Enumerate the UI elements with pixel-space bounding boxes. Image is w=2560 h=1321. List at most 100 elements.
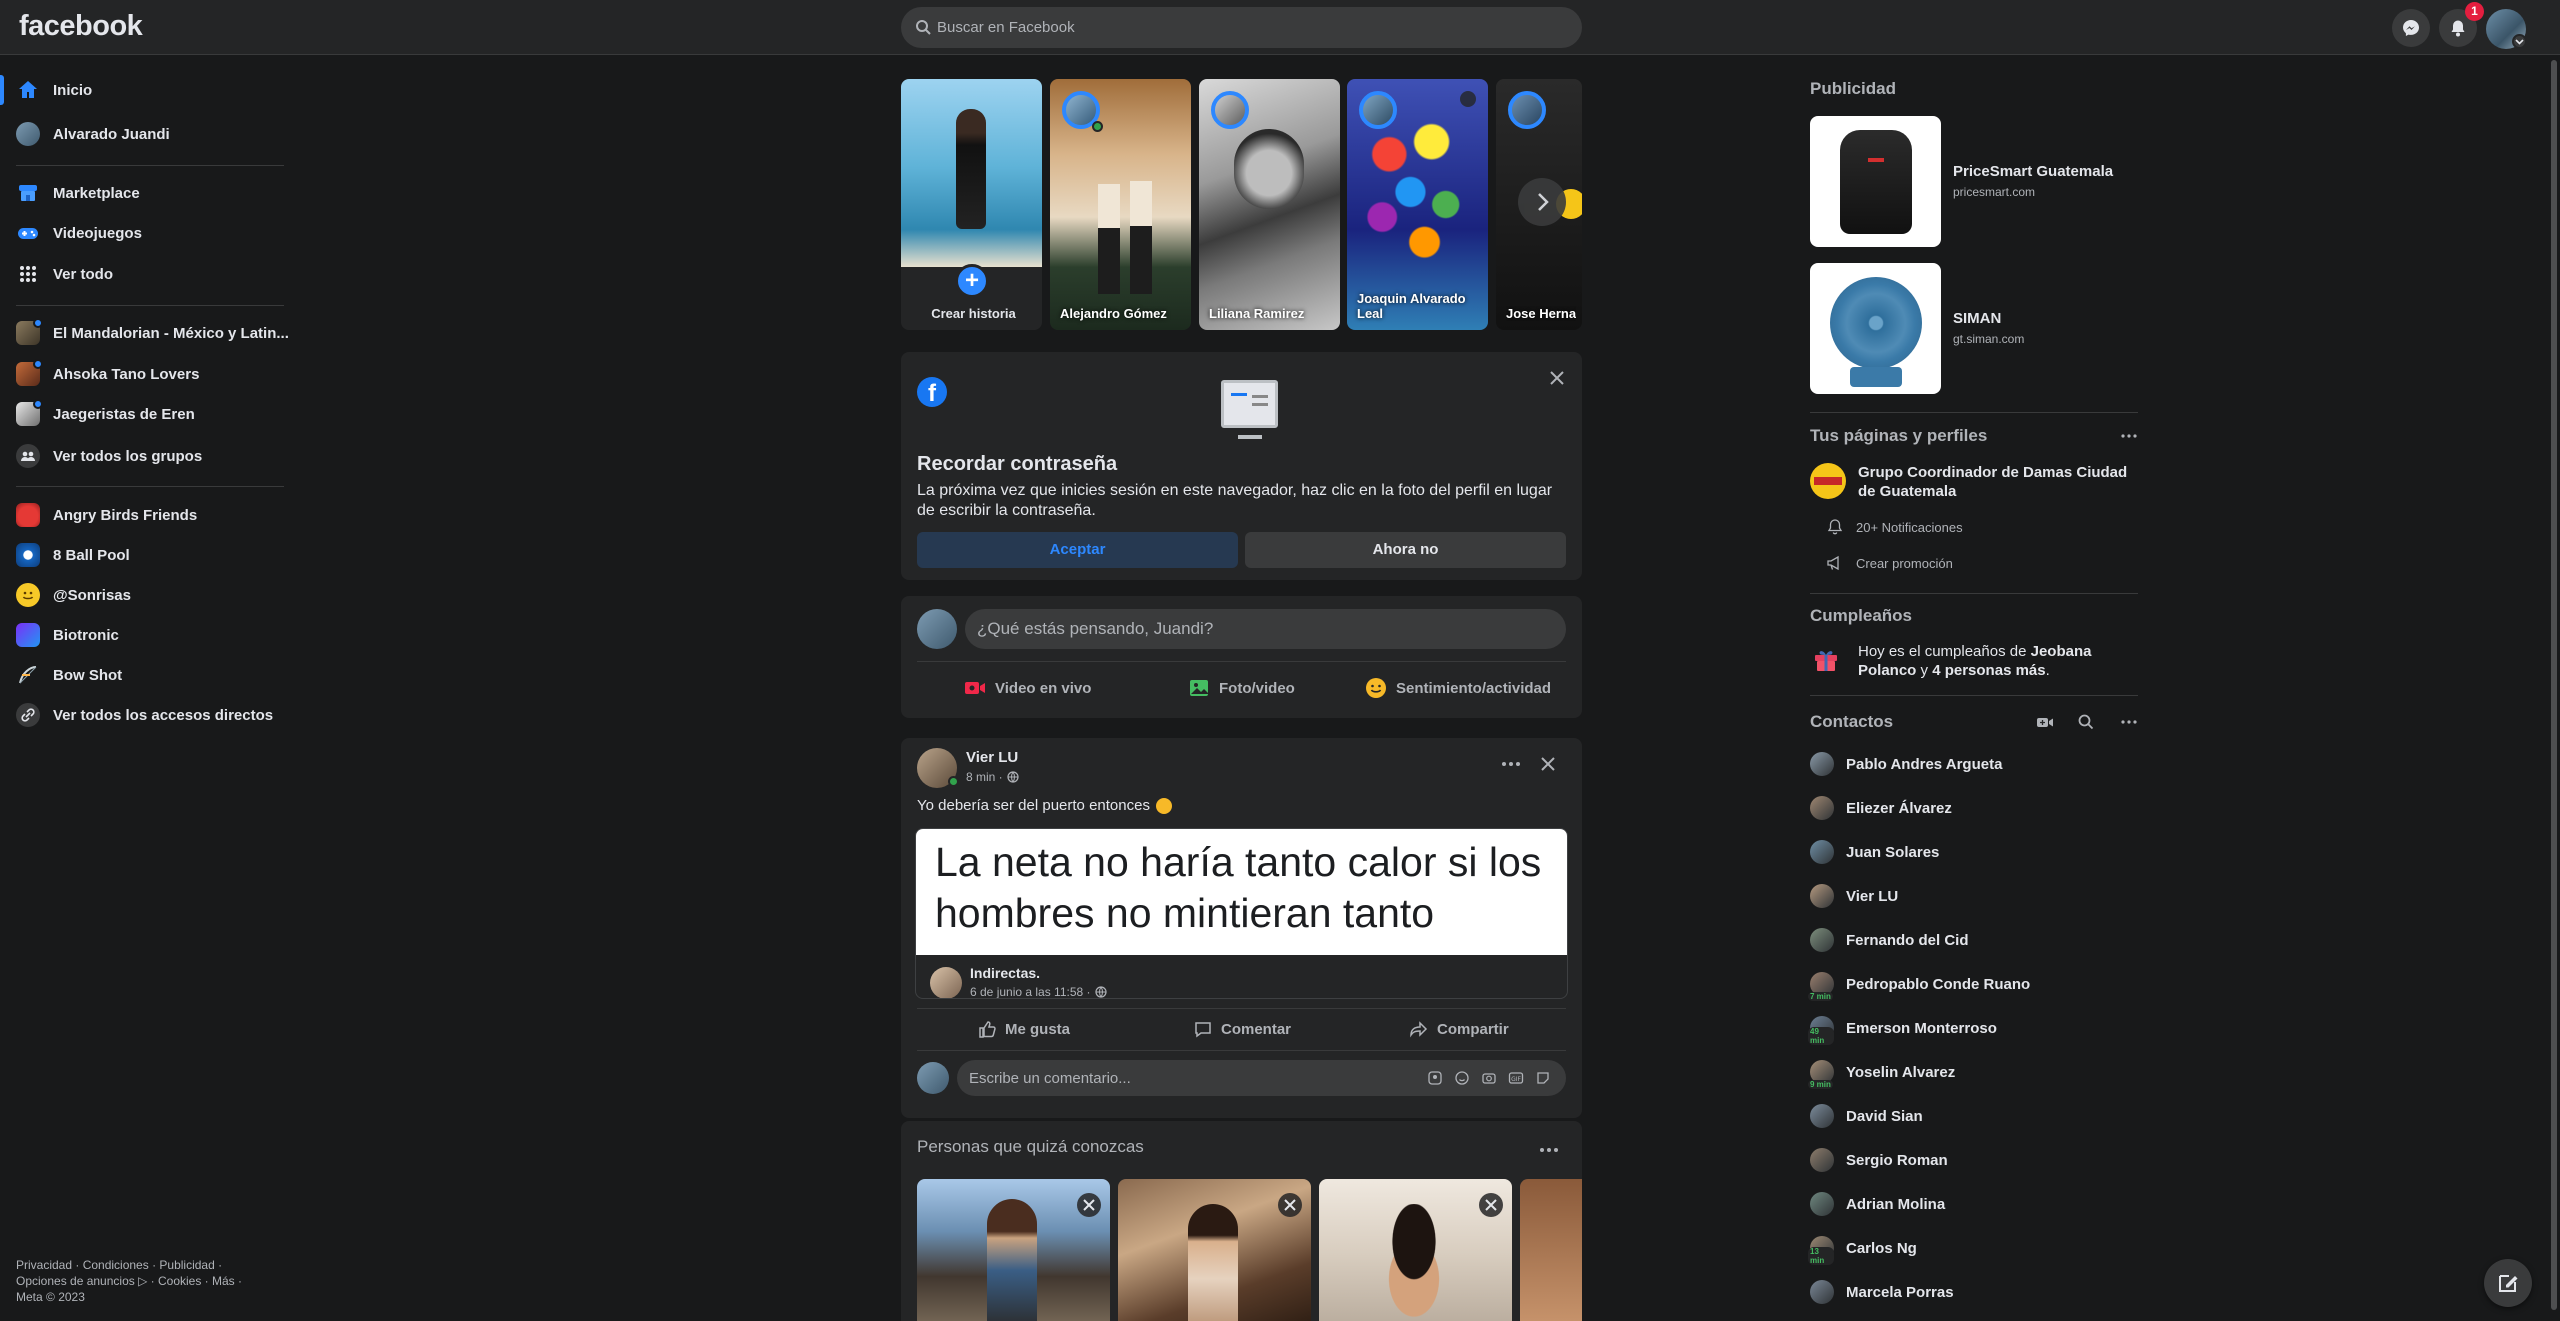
footer-line[interactable]: Privacidad · Condiciones · Publicidad · bbox=[16, 1257, 276, 1273]
contact-item[interactable]: 9 min Yoselin Alvarez bbox=[1808, 1054, 1955, 1090]
ad-title[interactable]: SIMAN bbox=[1953, 310, 2001, 327]
story-card[interactable]: Joaquin Alvarado Leal bbox=[1347, 79, 1488, 330]
scrollbar-thumb[interactable] bbox=[2551, 60, 2557, 1310]
comment-button[interactable]: Comentar bbox=[1193, 1019, 1291, 1039]
sidebar-shortcut-8-ball-pool[interactable]: 8 Ball Pool bbox=[16, 537, 130, 573]
ad-image-pricesmart[interactable] bbox=[1810, 116, 1941, 247]
footer-links[interactable]: Privacidad · Condiciones · Publicidad · … bbox=[16, 1257, 276, 1305]
more-options-icon[interactable] bbox=[2117, 710, 2141, 734]
suggestion-card[interactable] bbox=[1520, 1179, 1582, 1321]
close-icon[interactable] bbox=[1278, 1193, 1302, 1217]
suggestion-card[interactable] bbox=[1319, 1179, 1512, 1321]
chevron-down-icon[interactable] bbox=[2512, 34, 2527, 49]
stories-next-button[interactable] bbox=[1518, 178, 1566, 226]
comment-input[interactable]: Escribe un comentario... GIF bbox=[957, 1060, 1566, 1096]
ad-url[interactable]: pricesmart.com bbox=[1953, 185, 2035, 199]
page-notifications-label: 20+ Notificaciones bbox=[1856, 519, 1963, 535]
plus-icon[interactable]: + bbox=[955, 264, 989, 298]
sidebar-group-jaegeristas[interactable]: Jaegeristas de Eren bbox=[16, 396, 195, 432]
sidebar-shortcut-biotronic[interactable]: Biotronic bbox=[16, 617, 119, 653]
search-input[interactable]: Buscar en Facebook bbox=[901, 7, 1582, 48]
close-icon[interactable] bbox=[1547, 368, 1567, 388]
accept-button[interactable]: Aceptar bbox=[917, 532, 1238, 568]
shared-author[interactable]: Indirectas. bbox=[970, 965, 1040, 981]
biotronic-icon bbox=[16, 623, 40, 647]
sidebar-item-profile[interactable]: Alvarado Juandi bbox=[16, 116, 170, 152]
contact-item[interactable]: David Sian bbox=[1810, 1098, 1923, 1134]
new-room-icon[interactable] bbox=[2035, 712, 2055, 732]
ad-url[interactable]: gt.siman.com bbox=[1953, 332, 2024, 346]
ad-title[interactable]: PriceSmart Guatemala bbox=[1953, 163, 2113, 180]
avatar[interactable] bbox=[917, 609, 957, 649]
sidebar-item-ver-todo[interactable]: Ver todo bbox=[16, 256, 113, 292]
contact-item[interactable]: Marcela Porras bbox=[1810, 1274, 1954, 1310]
share-button[interactable]: Compartir bbox=[1409, 1019, 1509, 1039]
photo-video-label: Foto/video bbox=[1219, 679, 1295, 697]
shared-time[interactable]: 6 de junio a las 11:58 · bbox=[970, 985, 1091, 998]
suggestion-card[interactable] bbox=[917, 1179, 1110, 1321]
footer-line: Meta © 2023 bbox=[16, 1290, 85, 1304]
close-icon[interactable] bbox=[1536, 752, 1560, 776]
like-button[interactable]: Me gusta bbox=[977, 1019, 1070, 1039]
sidebar-shortcut-angry-birds[interactable]: Angry Birds Friends bbox=[16, 497, 197, 533]
prompt-body: La próxima vez que inicies sesión en est… bbox=[917, 482, 1553, 519]
close-icon[interactable] bbox=[1077, 1193, 1101, 1217]
story-card[interactable]: Liliana Ramirez bbox=[1199, 79, 1340, 330]
divider bbox=[917, 1050, 1566, 1051]
story-create[interactable]: + Crear historia bbox=[901, 79, 1042, 330]
search-icon bbox=[915, 19, 931, 35]
decline-button[interactable]: Ahora no bbox=[1245, 532, 1566, 568]
ad-image-siman[interactable] bbox=[1810, 263, 1941, 394]
sidebar-item-videojuegos[interactable]: Videojuegos bbox=[16, 215, 142, 251]
sidebar-shortcut-sonrisas[interactable]: @Sonrisas bbox=[16, 577, 131, 613]
contact-item[interactable]: Vier LU bbox=[1810, 878, 1898, 914]
page-notifications-link[interactable]: 20+ Notificaciones bbox=[1826, 518, 1963, 536]
contact-item[interactable]: Fernando del Cid bbox=[1810, 922, 1969, 958]
sidebar-item-inicio[interactable]: Inicio bbox=[16, 72, 92, 108]
avatar bbox=[1810, 752, 1834, 776]
contact-item[interactable]: 49 min Emerson Monterroso bbox=[1808, 1010, 1997, 1046]
sidebar-group-ahsoka[interactable]: Ahsoka Tano Lovers bbox=[16, 356, 199, 392]
composer-input[interactable]: ¿Qué estás pensando, Juandi? bbox=[965, 609, 1566, 649]
close-icon[interactable] bbox=[1479, 1193, 1503, 1217]
suggestion-card[interactable] bbox=[1118, 1179, 1311, 1321]
contact-item[interactable]: Pablo Andres Argueta bbox=[1810, 746, 2002, 782]
page-name[interactable]: Grupo Coordinador de Damas Ciudad de Gua… bbox=[1858, 463, 2148, 501]
story-name: Crear historia bbox=[931, 306, 1016, 321]
sidebar-group-mandalorian[interactable]: El Mandalorian - México y Latin... bbox=[16, 315, 289, 351]
facebook-logo[interactable]: facebook bbox=[19, 10, 143, 43]
birthday-text: Hoy es el cumpleaños de Jeobana Polanco … bbox=[1858, 642, 2138, 680]
post-author[interactable]: Vier LU bbox=[966, 749, 1018, 766]
birthday-others[interactable]: 4 personas más bbox=[1932, 662, 2045, 679]
contact-item[interactable]: Sergio Roman bbox=[1810, 1142, 1948, 1178]
more-options-icon[interactable] bbox=[1537, 1138, 1561, 1162]
shared-post[interactable]: La neta no haría tanto calor si los homb… bbox=[915, 828, 1568, 999]
contact-item[interactable]: 7 min Pedropablo Conde Ruano bbox=[1808, 966, 2030, 1002]
messenger-button[interactable] bbox=[2392, 9, 2430, 47]
sidebar-shortcut-bow-shot[interactable]: Bow Shot bbox=[16, 657, 122, 693]
feeling-activity-button[interactable]: Sentimiento/actividad bbox=[1364, 676, 1551, 700]
thumbs-up-icon bbox=[979, 1021, 996, 1038]
live-video-button[interactable]: Video en vivo bbox=[963, 676, 1091, 700]
more-options-icon[interactable] bbox=[2117, 424, 2141, 448]
sidebar-see-all-groups[interactable]: Ver todos los grupos bbox=[16, 438, 202, 474]
suggestion-photo bbox=[987, 1199, 1037, 1321]
birthdays-heading: Cumpleaños bbox=[1810, 606, 1913, 625]
contact-item[interactable]: Juan Solares bbox=[1810, 834, 1939, 870]
contact-item[interactable]: 13 min Carlos Ng bbox=[1808, 1230, 1917, 1266]
sidebar-see-all-shortcuts[interactable]: Ver todos los accesos directos bbox=[16, 697, 273, 733]
story-card[interactable]: Alejandro Gómez bbox=[1050, 79, 1191, 330]
sidebar-item-marketplace[interactable]: Marketplace bbox=[16, 175, 140, 211]
photo-video-button[interactable]: Foto/video bbox=[1187, 676, 1295, 700]
scrollbar[interactable] bbox=[2548, 56, 2560, 1321]
footer-line[interactable]: Opciones de anuncios ▷ · Cookies · Más · bbox=[16, 1273, 276, 1289]
page-avatar[interactable] bbox=[1810, 463, 1846, 499]
contact-item[interactable]: Adrian Molina bbox=[1810, 1186, 1945, 1222]
contact-item[interactable]: Eliezer Álvarez bbox=[1810, 790, 1952, 826]
create-promotion-link[interactable]: Crear promoción bbox=[1826, 554, 1953, 572]
search-icon[interactable] bbox=[2076, 712, 2096, 732]
new-message-button[interactable] bbox=[2484, 1259, 2532, 1307]
post-time[interactable]: 8 min · bbox=[966, 770, 1003, 784]
more-options-icon[interactable] bbox=[1499, 752, 1523, 776]
post-text: Yo debería ser del puerto entonces bbox=[917, 797, 1172, 814]
